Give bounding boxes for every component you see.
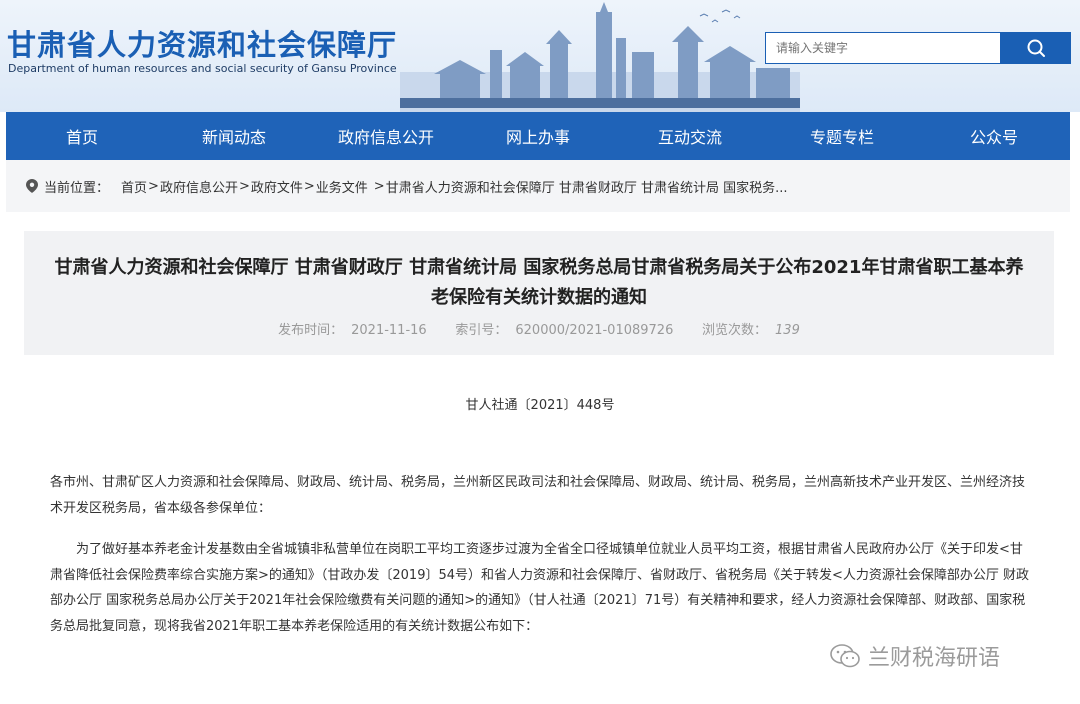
nav-item-news[interactable]: 新闻动态 <box>158 112 310 160</box>
document-number: 甘人社通〔2021〕448号 <box>465 398 615 413</box>
nav-item-interaction[interactable]: 互动交流 <box>614 112 766 160</box>
search-button[interactable] <box>1000 32 1071 64</box>
watermark-text: 兰财税海研语 <box>868 646 1001 671</box>
nav-item-topics[interactable]: 专题专栏 <box>766 112 918 160</box>
publish-date: 2021-11-16 <box>351 323 427 338</box>
breadcrumb-label: 当前位置： <box>44 180 110 196</box>
search-input[interactable] <box>766 33 1000 63</box>
article-body: 各市州、甘肃矿区人力资源和社会保障局、财政局、统计局、税务局，兰州新区民政司法和… <box>50 470 1035 639</box>
nav-item-gov-info[interactable]: 政府信息公开 <box>310 112 462 160</box>
city-skyline-banner <box>400 2 800 112</box>
breadcrumb-business-docs[interactable]: 业务文件 <box>316 177 368 196</box>
wechat-icon <box>830 643 860 669</box>
index-number: 620000/2021-01089726 <box>515 323 674 338</box>
search-box <box>765 32 1001 64</box>
breadcrumb: 当前位置： 首页 > 政府信息公开 > 政府文件 > 业务文件 > 甘肃省人力资… <box>6 160 1070 212</box>
salutation: 各市州、甘肃矿区人力资源和社会保障局、财政局、统计局、税务局，兰州新区民政司法和… <box>50 475 1026 516</box>
nav-item-public-account[interactable]: 公众号 <box>918 112 1070 160</box>
location-pin-icon <box>26 179 38 193</box>
views-label: 浏览次数： <box>702 323 768 338</box>
breadcrumb-gov-info[interactable]: 政府信息公开 <box>160 177 238 196</box>
index-label: 索引号： <box>455 323 508 338</box>
nav-item-home[interactable]: 首页 <box>6 112 158 160</box>
watermark: 兰财税海研语 <box>830 636 1000 676</box>
nav-item-online-service[interactable]: 网上办事 <box>462 112 614 160</box>
breadcrumb-home[interactable]: 首页 <box>121 177 147 196</box>
breadcrumb-separator: > <box>373 178 385 194</box>
article-header: 甘肃省人力资源和社会保障厅 甘肃省财政厅 甘肃省统计局 国家税务总局甘肃省税务局… <box>24 231 1054 355</box>
breadcrumb-gov-docs[interactable]: 政府文件 <box>251 177 303 196</box>
search-icon <box>1027 39 1045 57</box>
site-logo-title[interactable]: 甘肃省人力资源和社会保障厅 <box>7 22 397 64</box>
site-header: 甘肃省人力资源和社会保障厅 Department of human resour… <box>0 0 1080 112</box>
article-meta: 发布时间： 2021-11-16 索引号： 620000/2021-01089726… <box>24 319 1054 338</box>
article-title: 甘肃省人力资源和社会保障厅 甘肃省财政厅 甘肃省统计局 国家税务总局甘肃省税务局… <box>54 257 1024 308</box>
views-count: 139 <box>775 323 800 338</box>
publish-date-label: 发布时间： <box>278 323 344 338</box>
breadcrumb-separator: > <box>303 178 315 194</box>
breadcrumb-separator: > <box>148 178 159 194</box>
breadcrumb-separator: > <box>238 178 250 194</box>
site-logo-subtitle: Department of human resources and social… <box>8 62 397 75</box>
breadcrumb-current-article[interactable]: 甘肃省人力资源和社会保障厅 甘肃省财政厅 甘肃省统计局 国家税务... <box>386 177 788 196</box>
main-nav: 首页 新闻动态 政府信息公开 网上办事 互动交流 专题专栏 公众号 <box>6 112 1070 160</box>
body-paragraph: 为了做好基本养老金计发基数由全省城镇非私营单位在岗职工平均工资逐步过渡为全省全口… <box>50 542 1030 634</box>
